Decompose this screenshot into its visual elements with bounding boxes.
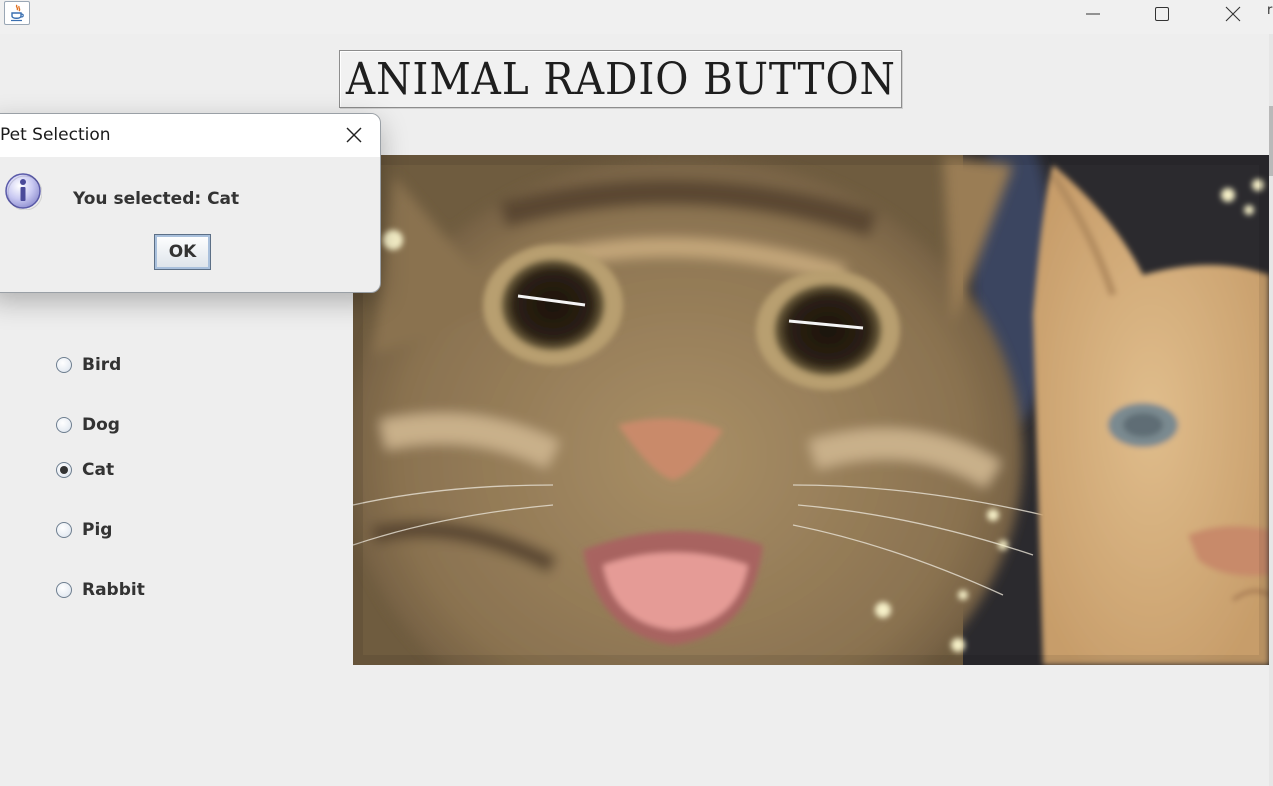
- title-bar[interactable]: r: [0, 0, 1273, 34]
- java-cup-icon: [4, 1, 30, 25]
- dialog-title: Pet Selection: [0, 125, 111, 145]
- banner-title: ANIMAL RADIO BUTTON: [339, 50, 902, 108]
- window-edge: [1269, 34, 1273, 786]
- info-icon: [4, 172, 43, 211]
- radio-cat-label[interactable]: Cat: [82, 460, 114, 480]
- dialog-message: You selected: Cat: [73, 189, 240, 209]
- radio-dog-indicator[interactable]: [56, 417, 72, 433]
- pet-selection-dialog: Pet Selection You selected: Cat OK: [0, 113, 381, 293]
- radio-dog-label[interactable]: Dog: [82, 415, 120, 435]
- dialog-title-bar[interactable]: Pet Selection: [0, 114, 380, 157]
- radio-cat[interactable]: Cat: [56, 459, 114, 481]
- radio-pig-indicator[interactable]: [56, 522, 72, 538]
- radio-dog[interactable]: Dog: [56, 414, 120, 436]
- maximize-button[interactable]: [1139, 0, 1185, 28]
- radio-bird[interactable]: Bird: [56, 354, 121, 376]
- radio-bird-label[interactable]: Bird: [82, 355, 121, 375]
- radio-bird-indicator[interactable]: [56, 357, 72, 373]
- radio-cat-indicator[interactable]: [56, 462, 72, 478]
- radio-pig-label[interactable]: Pig: [82, 520, 112, 540]
- ok-button[interactable]: OK: [154, 234, 211, 270]
- application-window: r ANIMAL RADIO BUTTON Bird Dog Cat Pig R…: [0, 0, 1273, 786]
- cat-photo: [353, 155, 1269, 665]
- maximize-icon: [1155, 7, 1169, 21]
- radio-rabbit-indicator[interactable]: [56, 582, 72, 598]
- radio-pig[interactable]: Pig: [56, 519, 112, 541]
- close-icon: [1225, 6, 1241, 22]
- background-window-text: r: [1267, 3, 1273, 18]
- minimize-icon: [1086, 13, 1100, 15]
- radio-rabbit-label[interactable]: Rabbit: [82, 580, 145, 600]
- radio-rabbit[interactable]: Rabbit: [56, 579, 145, 601]
- banner-title-text: ANIMAL RADIO BUTTON: [345, 53, 896, 105]
- dialog-close-button[interactable]: [343, 124, 365, 146]
- close-button[interactable]: [1210, 0, 1256, 28]
- minimize-button[interactable]: [1070, 0, 1116, 28]
- close-icon: [346, 127, 362, 143]
